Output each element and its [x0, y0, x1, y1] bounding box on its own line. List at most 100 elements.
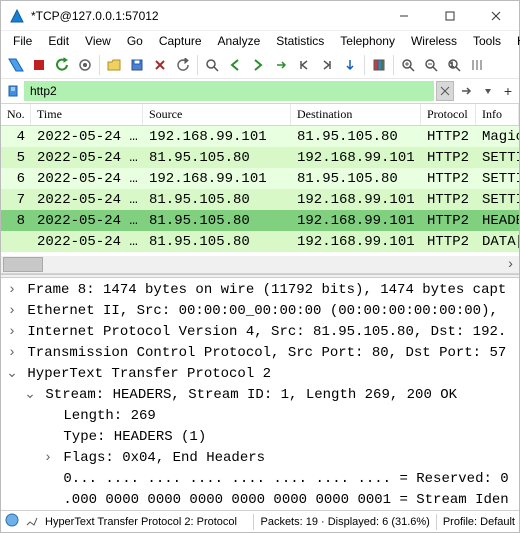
- menu-capture[interactable]: Capture: [153, 32, 208, 50]
- display-filter-input[interactable]: [24, 81, 434, 101]
- menu-file[interactable]: File: [7, 32, 38, 50]
- tree-collapse-icon[interactable]: ⌄: [5, 364, 19, 385]
- cell-src: 81.95.105.80: [143, 233, 291, 251]
- add-filter-button-icon[interactable]: +: [500, 81, 516, 101]
- cell-no: 5: [1, 149, 31, 167]
- tree-text: Ethernet II, Src: 00:00:00_00:00:00 (00:…: [19, 303, 498, 319]
- status-main-text: HyperText Transfer Protocol 2: Protocol: [45, 516, 237, 528]
- cell-time: 2022-05-24 …: [31, 191, 143, 209]
- stop-capture-icon[interactable]: [28, 54, 50, 76]
- tree-line[interactable]: ⌄ Stream: HEADERS, Stream ID: 1, Length …: [5, 385, 515, 406]
- zoom-out-icon[interactable]: [420, 54, 442, 76]
- auto-scroll-icon[interactable]: [339, 54, 361, 76]
- tree-line[interactable]: Length: 269: [5, 406, 515, 427]
- cell-no: 8: [1, 212, 31, 230]
- reload-icon[interactable]: [172, 54, 194, 76]
- scroll-right-icon[interactable]: ›: [502, 257, 519, 273]
- tree-line[interactable]: Type: HEADERS (1): [5, 427, 515, 448]
- go-first-icon[interactable]: [293, 54, 315, 76]
- cell-info: SETTING: [476, 170, 519, 188]
- col-header-src[interactable]: Source: [143, 104, 291, 125]
- tree-text: Transmission Control Protocol, Src Port:…: [19, 345, 506, 361]
- menu-view[interactable]: View: [79, 32, 117, 50]
- maximize-button[interactable]: [427, 1, 473, 30]
- go-to-packet-icon[interactable]: [270, 54, 292, 76]
- tree-line[interactable]: › Flags: 0x04, End Headers: [5, 448, 515, 469]
- expert-info-icon[interactable]: [5, 513, 19, 530]
- col-header-time[interactable]: Time: [31, 104, 143, 125]
- tree-expand-icon[interactable]: ›: [5, 322, 19, 343]
- colorize-icon[interactable]: [368, 54, 390, 76]
- cell-info: HEADERS: [476, 212, 519, 230]
- minimize-button[interactable]: [381, 1, 427, 30]
- scrollbar-thumb[interactable]: [3, 257, 43, 272]
- menu-statistics[interactable]: Statistics: [270, 32, 330, 50]
- tree-text: 0... .... .... .... .... .... .... .... …: [55, 471, 509, 487]
- cell-info: Magic,: [476, 128, 519, 146]
- restart-capture-icon[interactable]: [51, 54, 73, 76]
- menu-edit[interactable]: Edit: [42, 32, 75, 50]
- recent-filter-icon[interactable]: [478, 81, 498, 101]
- go-back-icon[interactable]: [224, 54, 246, 76]
- cell-time: 2022-05-24 …: [31, 149, 143, 167]
- col-header-dst[interactable]: Destination: [291, 104, 421, 125]
- packet-row[interactable]: 72022-05-24 …81.95.105.80192.168.99.101H…: [1, 189, 519, 210]
- go-forward-icon[interactable]: [247, 54, 269, 76]
- tree-line[interactable]: › Ethernet II, Src: 00:00:00_00:00:00 (0…: [5, 301, 515, 322]
- go-to-field-icon[interactable]: [25, 513, 39, 530]
- status-separator: [253, 514, 254, 530]
- close-file-icon[interactable]: [149, 54, 171, 76]
- cell-src: 192.168.99.101: [143, 170, 291, 188]
- tree-line[interactable]: › Frame 8: 1474 bytes on wire (11792 bit…: [5, 280, 515, 301]
- menu-help[interactable]: Help: [511, 32, 520, 50]
- packet-row[interactable]: 42022-05-24 …192.168.99.10181.95.105.80H…: [1, 126, 519, 147]
- open-file-icon[interactable]: [103, 54, 125, 76]
- tree-collapse-icon[interactable]: ⌄: [23, 385, 37, 406]
- packet-detail-pane[interactable]: › Frame 8: 1474 bytes on wire (11792 bit…: [1, 278, 519, 510]
- tree-line[interactable]: ⌄ HyperText Transfer Protocol 2: [5, 364, 515, 385]
- packet-row[interactable]: 62022-05-24 …192.168.99.10181.95.105.80H…: [1, 168, 519, 189]
- apply-filter-icon[interactable]: [456, 81, 476, 101]
- tree-expand-icon[interactable]: ›: [5, 301, 19, 322]
- tree-line[interactable]: › Transmission Control Protocol, Src Por…: [5, 343, 515, 364]
- tree-expand-icon[interactable]: ›: [5, 343, 19, 364]
- packet-list-header[interactable]: No. Time Source Destination Protocol Inf…: [1, 104, 519, 126]
- packet-row[interactable]: 2022-05-24 …81.95.105.80192.168.99.101HT…: [1, 231, 519, 252]
- capture-options-icon[interactable]: [74, 54, 96, 76]
- zoom-reset-icon[interactable]: 1: [443, 54, 465, 76]
- cell-info: SETTING: [476, 191, 519, 209]
- packet-row[interactable]: 82022-05-24 …81.95.105.80192.168.99.101H…: [1, 210, 519, 231]
- menu-tools[interactable]: Tools: [467, 32, 507, 50]
- resize-columns-icon[interactable]: [466, 54, 488, 76]
- menu-go[interactable]: Go: [121, 32, 149, 50]
- cell-no: 4: [1, 128, 31, 146]
- save-file-icon[interactable]: [126, 54, 148, 76]
- cell-dst: 192.168.99.101: [291, 191, 421, 209]
- app-icon: [9, 8, 25, 24]
- tree-expand-icon[interactable]: ›: [5, 280, 19, 301]
- col-header-no[interactable]: No.: [1, 104, 31, 125]
- clear-filter-icon[interactable]: [436, 81, 454, 101]
- tree-text: .000 0000 0000 0000 0000 0000 0000 0001 …: [55, 492, 509, 508]
- cell-no: [1, 241, 31, 243]
- tree-line[interactable]: › Internet Protocol Version 4, Src: 81.9…: [5, 322, 515, 343]
- start-capture-icon[interactable]: [5, 54, 27, 76]
- menu-wireless[interactable]: Wireless: [405, 32, 463, 50]
- zoom-in-icon[interactable]: [397, 54, 419, 76]
- tree-expand-icon[interactable]: ›: [41, 448, 55, 469]
- status-profile-text[interactable]: Profile: Default: [443, 516, 515, 528]
- go-last-icon[interactable]: [316, 54, 338, 76]
- packet-list-hscrollbar[interactable]: ›: [1, 256, 519, 273]
- menu-telephony[interactable]: Telephony: [334, 32, 401, 50]
- cell-dst: 81.95.105.80: [291, 128, 421, 146]
- packet-row[interactable]: 52022-05-24 …81.95.105.80192.168.99.101H…: [1, 147, 519, 168]
- menu-analyze[interactable]: Analyze: [212, 32, 267, 50]
- col-header-proto[interactable]: Protocol: [421, 104, 476, 125]
- col-header-info[interactable]: Info: [476, 104, 519, 125]
- toolbar-separator: [99, 55, 100, 75]
- find-packet-icon[interactable]: [201, 54, 223, 76]
- bookmark-filter-icon[interactable]: [4, 82, 22, 100]
- tree-line[interactable]: 0... .... .... .... .... .... .... .... …: [5, 469, 515, 490]
- close-button[interactable]: [473, 1, 519, 30]
- tree-line[interactable]: .000 0000 0000 0000 0000 0000 0000 0001 …: [5, 490, 515, 510]
